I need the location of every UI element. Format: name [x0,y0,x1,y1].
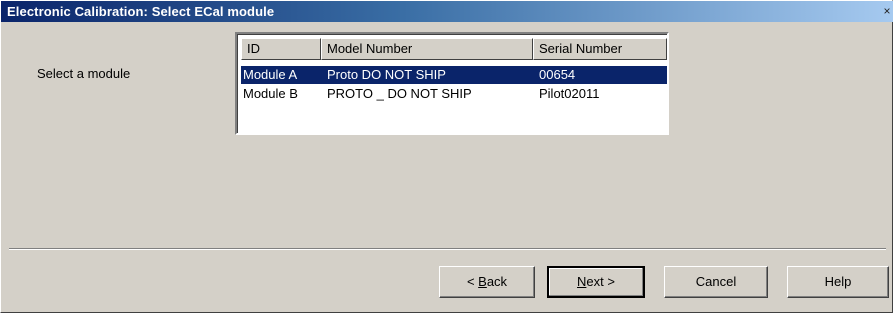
module-row-b[interactable]: Module B PROTO _ DO NOT SHIP Pilot02011 [241,85,667,103]
next-suffix: > [603,274,615,289]
cancel-button[interactable]: Cancel [664,266,768,298]
next-mnemonic: N [577,274,587,289]
back-button[interactable]: < Back [439,266,535,298]
module-model-number: PROTO _ DO NOT SHIP [327,86,472,101]
module-list[interactable]: ID Model Number Serial Number Module A P… [235,32,669,135]
window-title: Electronic Calibration: Select ECal modu… [7,4,275,19]
module-id: Module B [243,86,298,101]
footer-separator [9,248,886,250]
next-label-rest: ext [586,274,604,289]
help-button[interactable]: Help [787,266,889,298]
back-label-rest: ack [486,274,508,289]
module-serial-number: 00654 [539,67,576,82]
select-module-label: Select a module [37,66,131,81]
column-header-id[interactable]: ID [241,38,321,60]
column-header-model-number[interactable]: Model Number [321,38,533,60]
ecal-select-dialog: Electronic Calibration: Select ECal modu… [0,0,893,313]
back-prefix: < [466,274,479,289]
back-mnemonic: B [478,274,487,289]
module-row-a[interactable]: Module A Proto DO NOT SHIP 00654 [241,66,667,84]
module-model-number: Proto DO NOT SHIP [327,67,446,82]
module-serial-number: Pilot02011 [539,86,600,101]
module-id: Module A [243,67,298,82]
module-list-header: ID Model Number Serial Number [241,38,667,60]
column-header-serial-number[interactable]: Serial Number [533,38,667,60]
title-bar[interactable]: Electronic Calibration: Select ECal modu… [1,1,893,22]
next-button[interactable]: Next > [547,266,645,298]
close-icon[interactable]: × [882,4,892,18]
